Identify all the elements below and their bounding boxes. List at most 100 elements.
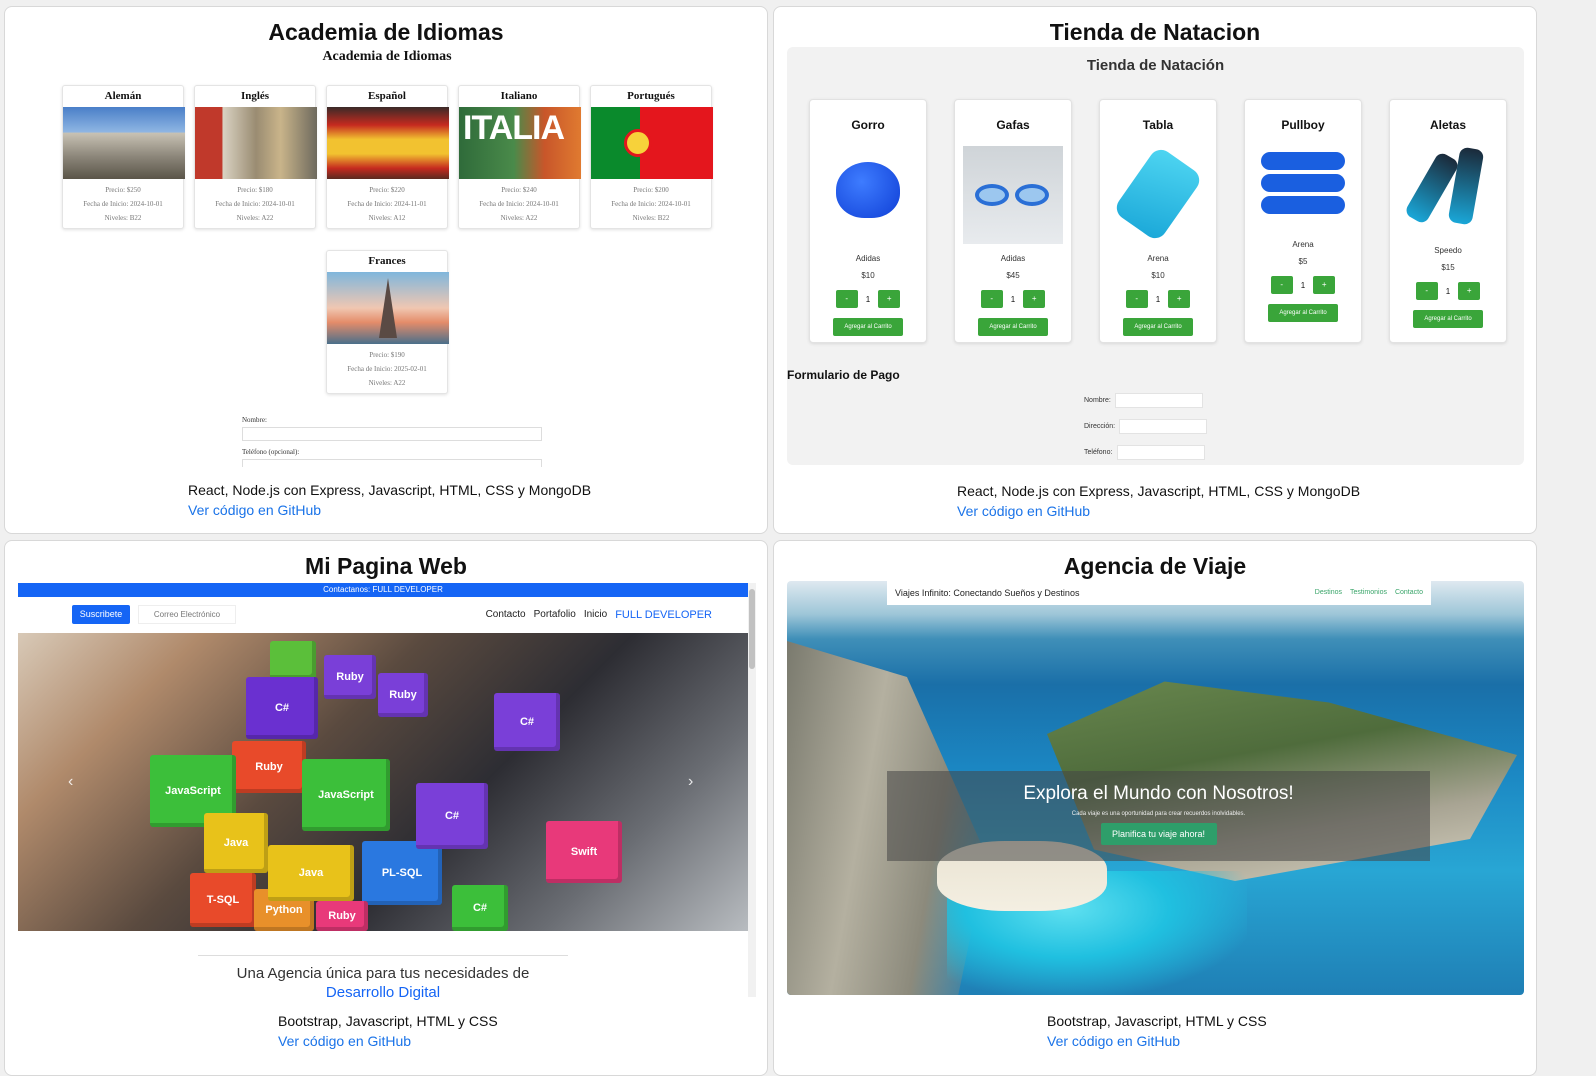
language-card[interactable]: Italiano ITALIA Precio: $240 Fecha de In… bbox=[458, 85, 581, 229]
github-link[interactable]: Ver código en GitHub bbox=[278, 1033, 411, 1049]
preview-scrollbar[interactable] bbox=[748, 583, 756, 997]
language-card[interactable]: Alemán Precio: $250 Fecha de Inicio: 202… bbox=[62, 85, 185, 229]
tech-stack: React, Node.js con Express, Javascript, … bbox=[188, 482, 592, 498]
cube bbox=[270, 641, 316, 679]
contact-topbar: Contactanos: FULL DEVELOPER bbox=[18, 583, 748, 597]
decrease-button[interactable]: - bbox=[1270, 276, 1293, 294]
decrease-button[interactable]: - bbox=[980, 290, 1003, 308]
product-name: Gafas bbox=[996, 118, 1030, 132]
payment-address-input[interactable] bbox=[1119, 419, 1207, 434]
cube-label: Java bbox=[268, 845, 354, 901]
github-link[interactable]: Ver código en GitHub bbox=[188, 502, 321, 518]
project-preview[interactable]: Viajes Infinito: Conectando Sueños y Des… bbox=[787, 581, 1524, 995]
decrease-button[interactable]: - bbox=[1415, 282, 1438, 300]
language-start: Fecha de Inicio: 2024-10-01 bbox=[83, 200, 163, 208]
project-preview[interactable]: Academia de Idiomas Alemán Precio: $250 … bbox=[19, 47, 755, 467]
project-preview[interactable]: Tienda de Natación Gorro Adidas $10 - 1 … bbox=[787, 47, 1524, 465]
nav-destinos[interactable]: Destinos bbox=[1315, 581, 1342, 605]
language-start: Fecha de Inicio: 2024-11-01 bbox=[347, 200, 427, 208]
language-start: Fecha de Inicio: 2024-10-01 bbox=[215, 200, 295, 208]
form-name-input[interactable] bbox=[242, 427, 542, 441]
hero-subtitle: Cada viaje es una oportunidad para crear… bbox=[1071, 811, 1246, 817]
language-card[interactable]: Frances Precio: $190 Fecha de Inicio: 20… bbox=[326, 250, 449, 394]
quantity-value: 1 bbox=[1445, 286, 1451, 296]
nav-contacto[interactable]: Contacto bbox=[486, 609, 526, 621]
add-to-cart-button[interactable]: Agregar al Carrito bbox=[833, 318, 903, 336]
add-to-cart-button[interactable]: Agregar al Carrito bbox=[978, 318, 1048, 336]
pullbuoy-image bbox=[1253, 142, 1353, 240]
project-preview[interactable]: Contactanos: FULL DEVELOPER Suscribete C… bbox=[18, 583, 756, 1003]
tagline-text: Una Agencia única para tus necesidades d… bbox=[236, 965, 530, 982]
add-to-cart-button[interactable]: Agregar al Carrito bbox=[1268, 304, 1338, 322]
nav-inicio[interactable]: Inicio bbox=[584, 609, 607, 621]
increase-button[interactable]: + bbox=[1313, 276, 1336, 294]
language-start: Fecha de Inicio: 2024-10-01 bbox=[611, 200, 691, 208]
paris-image bbox=[327, 272, 449, 344]
project-card-academia: Academia de Idiomas Academia de Idiomas … bbox=[4, 6, 768, 534]
london-image bbox=[195, 107, 317, 179]
hero-title: Explora el Mundo con Nosotros! bbox=[1023, 783, 1294, 804]
subscribe-button[interactable]: Suscribete bbox=[72, 605, 130, 624]
product-card: Aletas Speedo $15 - 1 + Agregar al Carri… bbox=[1389, 99, 1507, 343]
decrease-button[interactable]: - bbox=[1125, 290, 1148, 308]
github-link[interactable]: Ver código en GitHub bbox=[957, 503, 1090, 519]
hero-box: Explora el Mundo con Nosotros! Cada viaj… bbox=[887, 771, 1430, 861]
nav-portafolio[interactable]: Portafolio bbox=[534, 609, 576, 621]
nav-contacto[interactable]: Contacto bbox=[1395, 581, 1423, 605]
fins-image bbox=[1398, 142, 1498, 240]
language-card[interactable]: Portugués Precio: $200 Fecha de Inicio: … bbox=[590, 85, 713, 229]
project-card-agencia-viaje: Agencia de Viaje Viajes Infinito: Conect… bbox=[773, 540, 1537, 1076]
kickboard-image bbox=[1108, 145, 1208, 244]
add-to-cart-button[interactable]: Agregar al Carrito bbox=[1413, 310, 1483, 328]
payment-name-input[interactable] bbox=[1115, 393, 1203, 408]
cube-label: JavaScript bbox=[302, 759, 390, 831]
decrease-button[interactable]: - bbox=[835, 290, 858, 308]
carousel-prev-icon[interactable]: ‹ bbox=[68, 773, 73, 791]
cube-label: T-SQL bbox=[190, 873, 256, 927]
preview-heading: Tienda de Natación bbox=[1086, 57, 1225, 74]
increase-button[interactable]: + bbox=[1023, 290, 1046, 308]
language-start: Fecha de Inicio: 2024-10-01 bbox=[479, 200, 559, 208]
increase-button[interactable]: + bbox=[878, 290, 901, 308]
language-name: Español bbox=[368, 90, 406, 102]
germany-image bbox=[63, 107, 185, 179]
language-price: Precio: $180 bbox=[237, 186, 273, 194]
product-card: Pullboy Arena $5 - 1 + Agregar al Carrit… bbox=[1244, 99, 1362, 343]
quantity-value: 1 bbox=[1155, 294, 1161, 304]
tech-stack: React, Node.js con Express, Javascript, … bbox=[957, 483, 1361, 499]
payment-address-label: Dirección: bbox=[1084, 423, 1116, 430]
site-brand[interactable]: Viajes Infinito: Conectando Sueños y Des… bbox=[895, 588, 1079, 598]
card-title: Mi Pagina Web bbox=[305, 553, 467, 579]
product-card: Gorro Adidas $10 - 1 + Agregar al Carrit… bbox=[809, 99, 927, 343]
language-card[interactable]: Inglés Precio: $180 Fecha de Inicio: 202… bbox=[194, 85, 317, 229]
nav-brand[interactable]: FULL DEVELOPER bbox=[615, 609, 712, 621]
cube-label: C# bbox=[246, 677, 318, 739]
email-input[interactable]: Correo Electrónico bbox=[138, 605, 236, 624]
increase-button[interactable]: + bbox=[1458, 282, 1481, 300]
nav-testimonios[interactable]: Testimonios bbox=[1350, 581, 1387, 605]
form-phone-input[interactable] bbox=[242, 459, 542, 467]
payment-phone-input[interactable] bbox=[1117, 445, 1205, 460]
language-card[interactable]: Español Precio: $220 Fecha de Inicio: 20… bbox=[326, 85, 449, 229]
product-brand: Speedo bbox=[1434, 246, 1462, 255]
quantity-value: 1 bbox=[865, 294, 871, 304]
language-start: Fecha de Inicio: 2025-02-01 bbox=[347, 365, 427, 373]
language-name: Alemán bbox=[104, 90, 142, 102]
form-phone-label: Teléfono (opcional): bbox=[242, 448, 300, 456]
language-level: Niveles: A22 bbox=[368, 379, 406, 387]
carousel-next-icon[interactable]: › bbox=[688, 773, 693, 791]
increase-button[interactable]: + bbox=[1168, 290, 1191, 308]
language-price: Precio: $250 bbox=[105, 186, 141, 194]
projects-grid: Academia de Idiomas Academia de Idiomas … bbox=[4, 6, 1590, 1076]
language-level: Niveles: A22 bbox=[236, 214, 274, 222]
cube-label: PL-SQL bbox=[362, 841, 442, 905]
hero-carousel: Ruby Ruby C# C# Ruby JavaScript JavaScri… bbox=[18, 633, 748, 931]
add-to-cart-button[interactable]: Agregar al Carrito bbox=[1123, 318, 1193, 336]
tagline-highlight: Desarrollo Digital bbox=[325, 984, 441, 1001]
product-name: Aletas bbox=[1429, 118, 1467, 132]
product-name: Pullboy bbox=[1281, 118, 1325, 132]
language-price: Precio: $190 bbox=[369, 351, 405, 359]
plan-trip-button[interactable]: Planifica tu viaje ahora! bbox=[1100, 823, 1217, 845]
italia-image: ITALIA bbox=[459, 107, 581, 179]
github-link[interactable]: Ver código en GitHub bbox=[1047, 1033, 1180, 1049]
